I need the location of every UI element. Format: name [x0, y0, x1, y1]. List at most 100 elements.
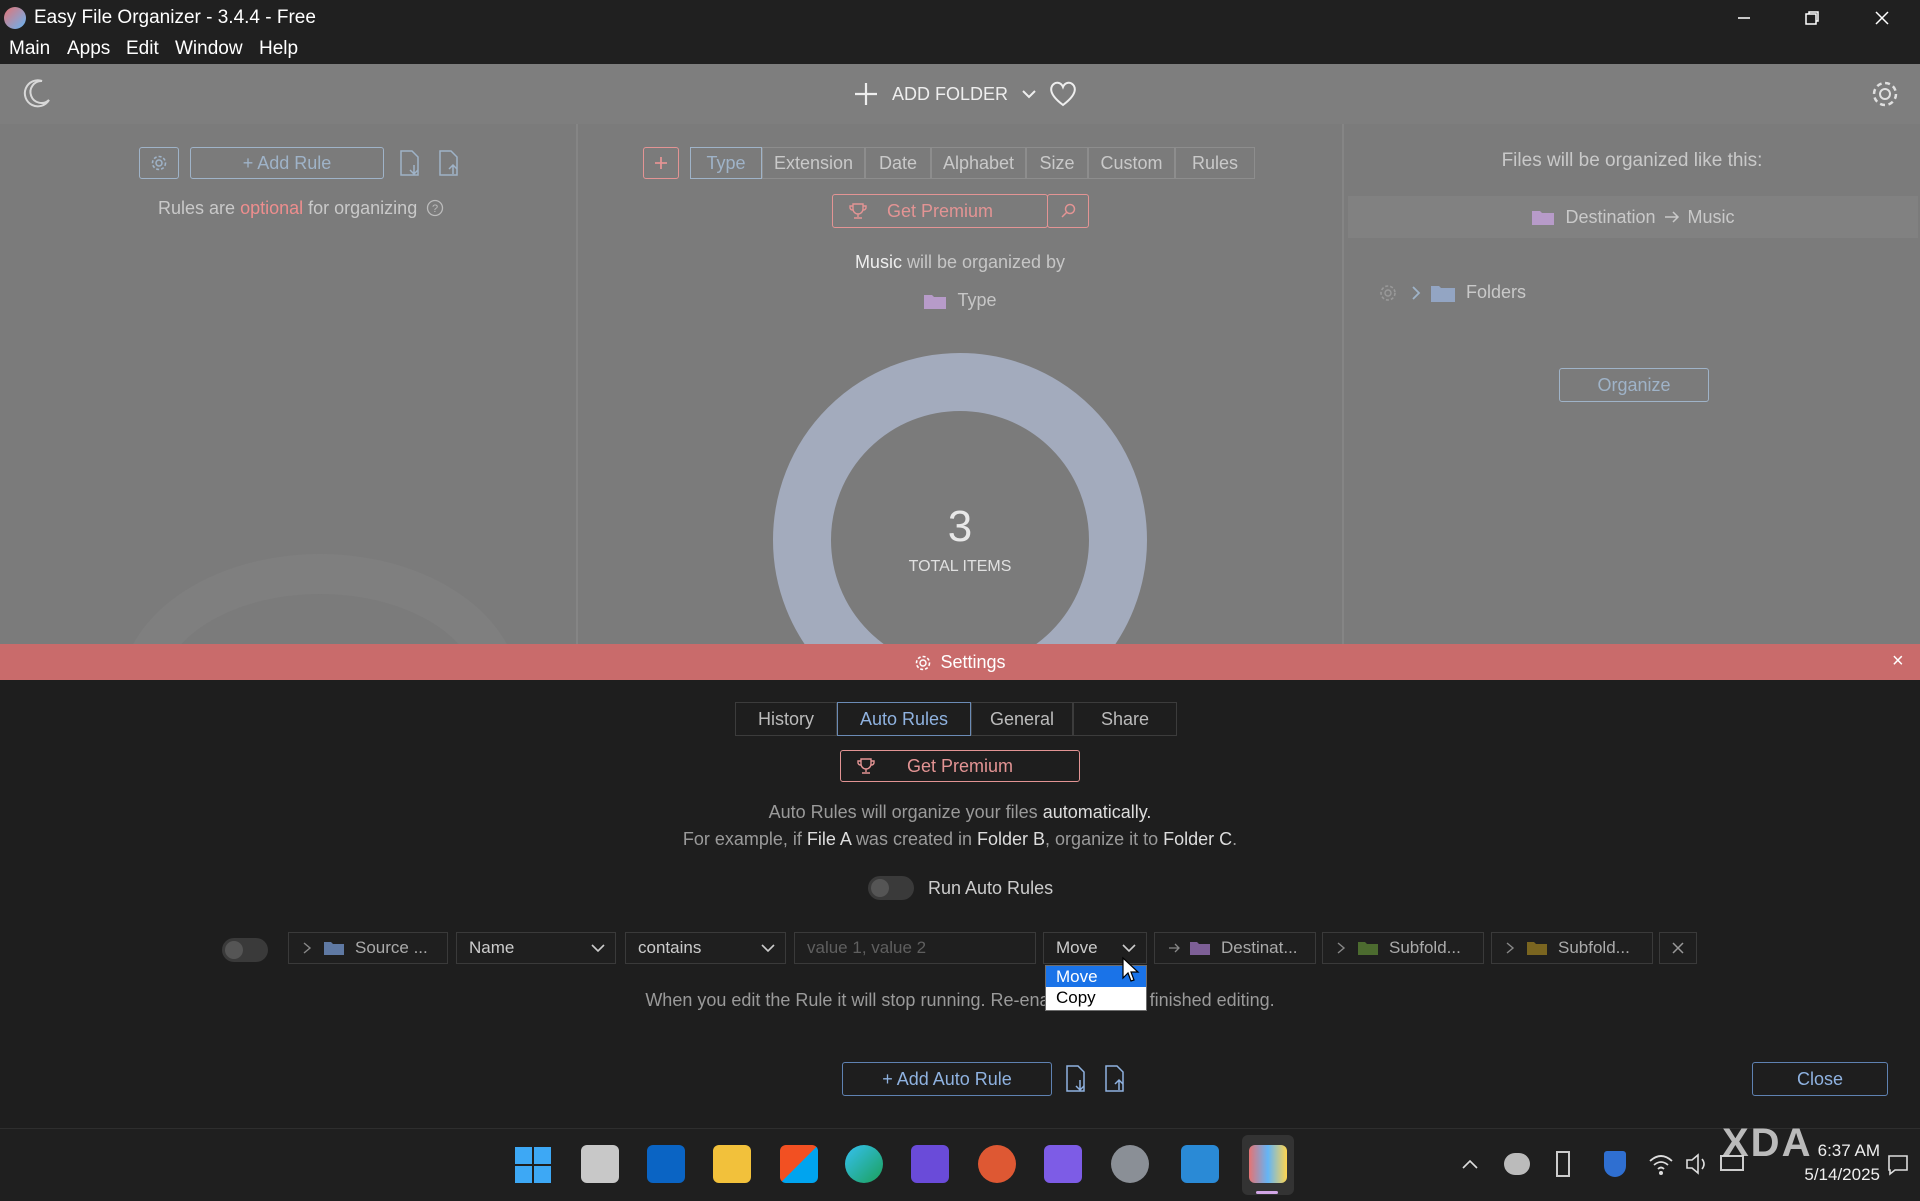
- heart-icon[interactable]: [1048, 80, 1078, 108]
- rules-panel: + Add Rule Rules are optional for organi…: [0, 124, 576, 834]
- chevron-right-icon[interactable]: [1406, 283, 1426, 303]
- clock-date[interactable]: 5/14/2025: [1770, 1165, 1880, 1185]
- proton-mail-icon[interactable]: [911, 1145, 949, 1183]
- add-tab-button[interactable]: [643, 147, 679, 179]
- photos-icon[interactable]: [1181, 1145, 1219, 1183]
- chevron-down-icon[interactable]: [1020, 85, 1038, 103]
- settings-close-x[interactable]: ×: [1892, 650, 1904, 673]
- chevron-up-icon[interactable]: [1460, 1155, 1480, 1175]
- rule-enable-toggle[interactable]: [222, 938, 268, 962]
- windows-start-icon[interactable]: [514, 1146, 552, 1184]
- menu-apps[interactable]: Apps: [67, 38, 110, 60]
- arrow-right-icon: [1664, 211, 1679, 223]
- rule-value-placeholder: value 1, value 2: [807, 938, 927, 957]
- rule-subfolder2-select[interactable]: Subfold...: [1491, 932, 1653, 964]
- search-icon: [1061, 203, 1076, 218]
- menu-help[interactable]: Help: [259, 38, 298, 60]
- edit-note: When you edit the Rule it will stop runn…: [0, 990, 1920, 1011]
- outlook-icon[interactable]: [647, 1145, 685, 1183]
- onedrive-icon[interactable]: [1504, 1153, 1530, 1175]
- usb-drive-icon[interactable]: [1556, 1151, 1570, 1177]
- security-shield-icon[interactable]: [1604, 1151, 1626, 1177]
- close-window-button[interactable]: [1848, 0, 1916, 36]
- chevron-down-icon: [591, 944, 605, 953]
- dropdown-option-copy[interactable]: Copy: [1046, 987, 1146, 1008]
- minimize-button[interactable]: [1710, 0, 1778, 36]
- tab-alphabet[interactable]: Alphabet: [931, 147, 1026, 179]
- volume-icon[interactable]: [1684, 1151, 1710, 1177]
- restore-button[interactable]: [1778, 0, 1846, 36]
- tab-auto-rules[interactable]: Auto Rules: [837, 702, 971, 736]
- settings-get-premium-button[interactable]: Get Premium: [840, 750, 1080, 782]
- donut-chart: [773, 353, 1147, 644]
- folders-tree-item[interactable]: Folders: [1378, 282, 1526, 303]
- rule-value-input[interactable]: value 1, value 2: [794, 932, 1036, 964]
- menu-window[interactable]: Window: [175, 38, 243, 60]
- desc1-bold: automatically.: [1042, 802, 1152, 822]
- settings-get-premium-label: Get Premium: [906, 755, 1014, 776]
- menu-edit[interactable]: Edit: [126, 38, 159, 60]
- tab-type[interactable]: Type: [690, 147, 762, 179]
- tab-extension[interactable]: Extension: [762, 147, 865, 179]
- rule-delete-button[interactable]: [1659, 932, 1697, 964]
- easy-file-organizer-icon[interactable]: [1249, 1145, 1287, 1183]
- tab-date[interactable]: Date: [865, 147, 931, 179]
- gear-icon: [916, 655, 931, 670]
- total-items-label: TOTAL ITEMS: [908, 558, 1012, 575]
- menu-bar: Main Apps Edit Window Help: [0, 36, 1920, 64]
- desc2-c: was created in: [855, 829, 972, 849]
- gear-icon[interactable]: [1378, 283, 1398, 303]
- tab-general[interactable]: General: [971, 702, 1073, 736]
- rule-field-select[interactable]: Name: [456, 932, 616, 964]
- close-settings-button[interactable]: Close: [1752, 1062, 1888, 1096]
- notification-icon[interactable]: [1886, 1153, 1910, 1177]
- organize-panel: Type Extension Date Alphabet Size Custom…: [578, 124, 1342, 644]
- tab-history[interactable]: History: [735, 702, 837, 736]
- premium-search-button[interactable]: [1047, 194, 1089, 228]
- add-rule-button[interactable]: + Add Rule: [190, 147, 384, 179]
- close-icon: [1875, 11, 1889, 25]
- svg-text:?: ?: [432, 203, 438, 215]
- tab-rules[interactable]: Rules: [1175, 147, 1255, 179]
- window-title: Easy File Organizer - 3.4.4 - Free: [34, 7, 316, 28]
- organized-by-value: Type: [957, 290, 997, 310]
- task-view-icon[interactable]: [581, 1145, 619, 1183]
- settings-panel: History Auto Rules General Share Get Pre…: [0, 680, 1920, 1128]
- rule-operator-select[interactable]: contains: [625, 932, 786, 964]
- wifi-icon[interactable]: [1648, 1151, 1674, 1177]
- get-premium-button[interactable]: Get Premium: [832, 194, 1048, 228]
- menu-main[interactable]: Main: [9, 38, 50, 60]
- file-explorer-icon[interactable]: [713, 1145, 751, 1183]
- export-file-icon[interactable]: [1102, 1064, 1128, 1094]
- rule-destination-select[interactable]: Destinat...: [1154, 932, 1316, 964]
- total-count: 3: [947, 502, 973, 551]
- add-folder-label: ADD FOLDER: [892, 83, 1009, 104]
- microsoft-store-icon[interactable]: [780, 1145, 818, 1183]
- import-file-icon[interactable]: [1063, 1064, 1089, 1094]
- settings-app-icon[interactable]: [1111, 1145, 1149, 1183]
- rules-settings-button[interactable]: [139, 147, 179, 179]
- duckduckgo-icon[interactable]: [978, 1145, 1016, 1183]
- organize-button[interactable]: Organize: [1559, 368, 1709, 402]
- import-file-icon[interactable]: [397, 149, 423, 177]
- restore-icon: [1805, 11, 1819, 25]
- close-icon: [1672, 942, 1684, 954]
- add-folder-button[interactable]: ADD FOLDER: [852, 78, 1078, 110]
- destination-path: Destination Music: [1348, 196, 1918, 238]
- desc1-prefix: Auto Rules will organize your files: [768, 802, 1038, 822]
- dark-mode-moon-icon[interactable]: [20, 76, 54, 110]
- edge-icon[interactable]: [845, 1145, 883, 1183]
- export-file-icon[interactable]: [436, 149, 462, 177]
- rule-subfolder1-select[interactable]: Subfold...: [1322, 932, 1484, 964]
- tab-size[interactable]: Size: [1026, 147, 1088, 179]
- rules-text-optional: optional: [240, 198, 304, 218]
- tab-share[interactable]: Share: [1073, 702, 1177, 736]
- desc2-b: File A: [806, 829, 851, 849]
- tab-custom[interactable]: Custom: [1088, 147, 1175, 179]
- mail-app-icon[interactable]: [1044, 1145, 1082, 1183]
- run-auto-rules-toggle[interactable]: [868, 876, 914, 900]
- gear-icon[interactable]: [1869, 78, 1901, 110]
- rule-source-select[interactable]: Source ...: [288, 932, 448, 964]
- add-auto-rule-button[interactable]: + Add Auto Rule: [842, 1062, 1052, 1096]
- help-icon[interactable]: ?: [426, 199, 444, 217]
